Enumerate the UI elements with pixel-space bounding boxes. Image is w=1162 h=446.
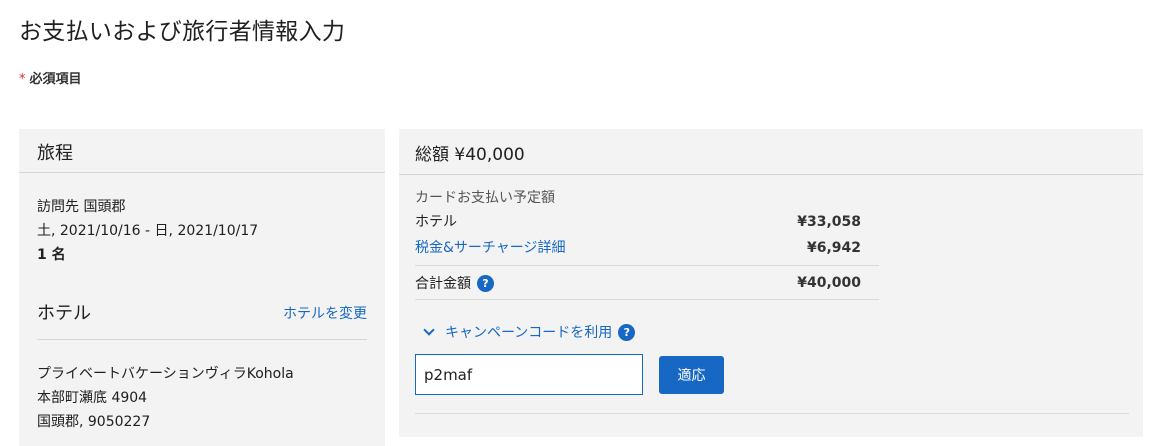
tax-row: 税金&サーチャージ詳細 ¥6,942 bbox=[415, 235, 879, 261]
required-note: * 必須項目 bbox=[19, 68, 82, 87]
change-hotel-link[interactable]: ホテルを変更 bbox=[283, 303, 367, 323]
apply-code-button[interactable]: 適応 bbox=[659, 355, 724, 394]
payment-bottom-divider bbox=[415, 413, 1129, 414]
campaign-code-input[interactable] bbox=[415, 354, 643, 395]
total-price-header: 総額 ¥40,000 bbox=[399, 129, 1143, 175]
total-row: 合計金額? ¥40,000 bbox=[415, 270, 879, 300]
itinerary-header: 旅程 bbox=[19, 129, 385, 173]
card-payment-label: カードお支払い予定額 bbox=[415, 190, 555, 206]
total-label-wrap: 合計金額? bbox=[415, 273, 494, 293]
total-label: 合計金額 bbox=[415, 275, 471, 292]
tax-amount: ¥6,942 bbox=[806, 240, 861, 256]
price-divider bbox=[415, 265, 879, 266]
required-note-text: 必須項目 bbox=[29, 72, 82, 87]
hotel-section-header: ホテル ホテルを変更 bbox=[37, 299, 367, 340]
hotel-section-title: ホテル bbox=[37, 303, 91, 324]
hotel-name: プライベートバケーションヴィラKohola bbox=[37, 366, 294, 382]
hotel-price-row: ホテル ¥33,058 bbox=[415, 209, 879, 235]
tax-details-link[interactable]: 税金&サーチャージ詳細 bbox=[415, 235, 566, 261]
stay-dates: 土, 2021/10/16 - 日, 2021/10/17 bbox=[37, 223, 259, 239]
hotel-address: 本部町瀬底 4904 bbox=[37, 390, 148, 406]
total-amount: ¥40,000 bbox=[797, 274, 861, 291]
guest-count: 1 名 bbox=[37, 247, 66, 263]
hotel-info: プライベートバケーションヴィラKohola 本部町瀬底 4904 国頭郡, 90… bbox=[37, 340, 367, 434]
payment-panel: 総額 ¥40,000 カードお支払い予定額 ホテル ¥33,058 税金&サーチ… bbox=[399, 129, 1143, 437]
required-star: * bbox=[19, 72, 26, 87]
chevron-down-icon bbox=[423, 324, 435, 336]
help-icon[interactable]: ? bbox=[618, 323, 636, 341]
campaign-toggle-label: キャンペーンコードを利用 bbox=[445, 325, 613, 341]
visit-info: 訪問先 国頭郡 土, 2021/10/16 - 日, 2021/10/17 1 … bbox=[37, 173, 367, 267]
hotel-price-amount: ¥33,058 bbox=[797, 214, 861, 230]
hotel-city: 国頭郡, 9050227 bbox=[37, 414, 151, 430]
itinerary-panel: 旅程 訪問先 国頭郡 土, 2021/10/16 - 日, 2021/10/17… bbox=[19, 129, 385, 446]
hotel-price-label: ホテル bbox=[415, 214, 457, 230]
help-icon[interactable]: ? bbox=[477, 275, 494, 292]
visit-destination: 訪問先 国頭郡 bbox=[37, 199, 126, 215]
page-title: お支払いおよび旅行者情報入力 bbox=[19, 19, 346, 45]
campaign-code-toggle[interactable]: キャンペーンコードを利用 ? bbox=[415, 322, 879, 342]
campaign-code-row: 適応 bbox=[415, 354, 879, 395]
